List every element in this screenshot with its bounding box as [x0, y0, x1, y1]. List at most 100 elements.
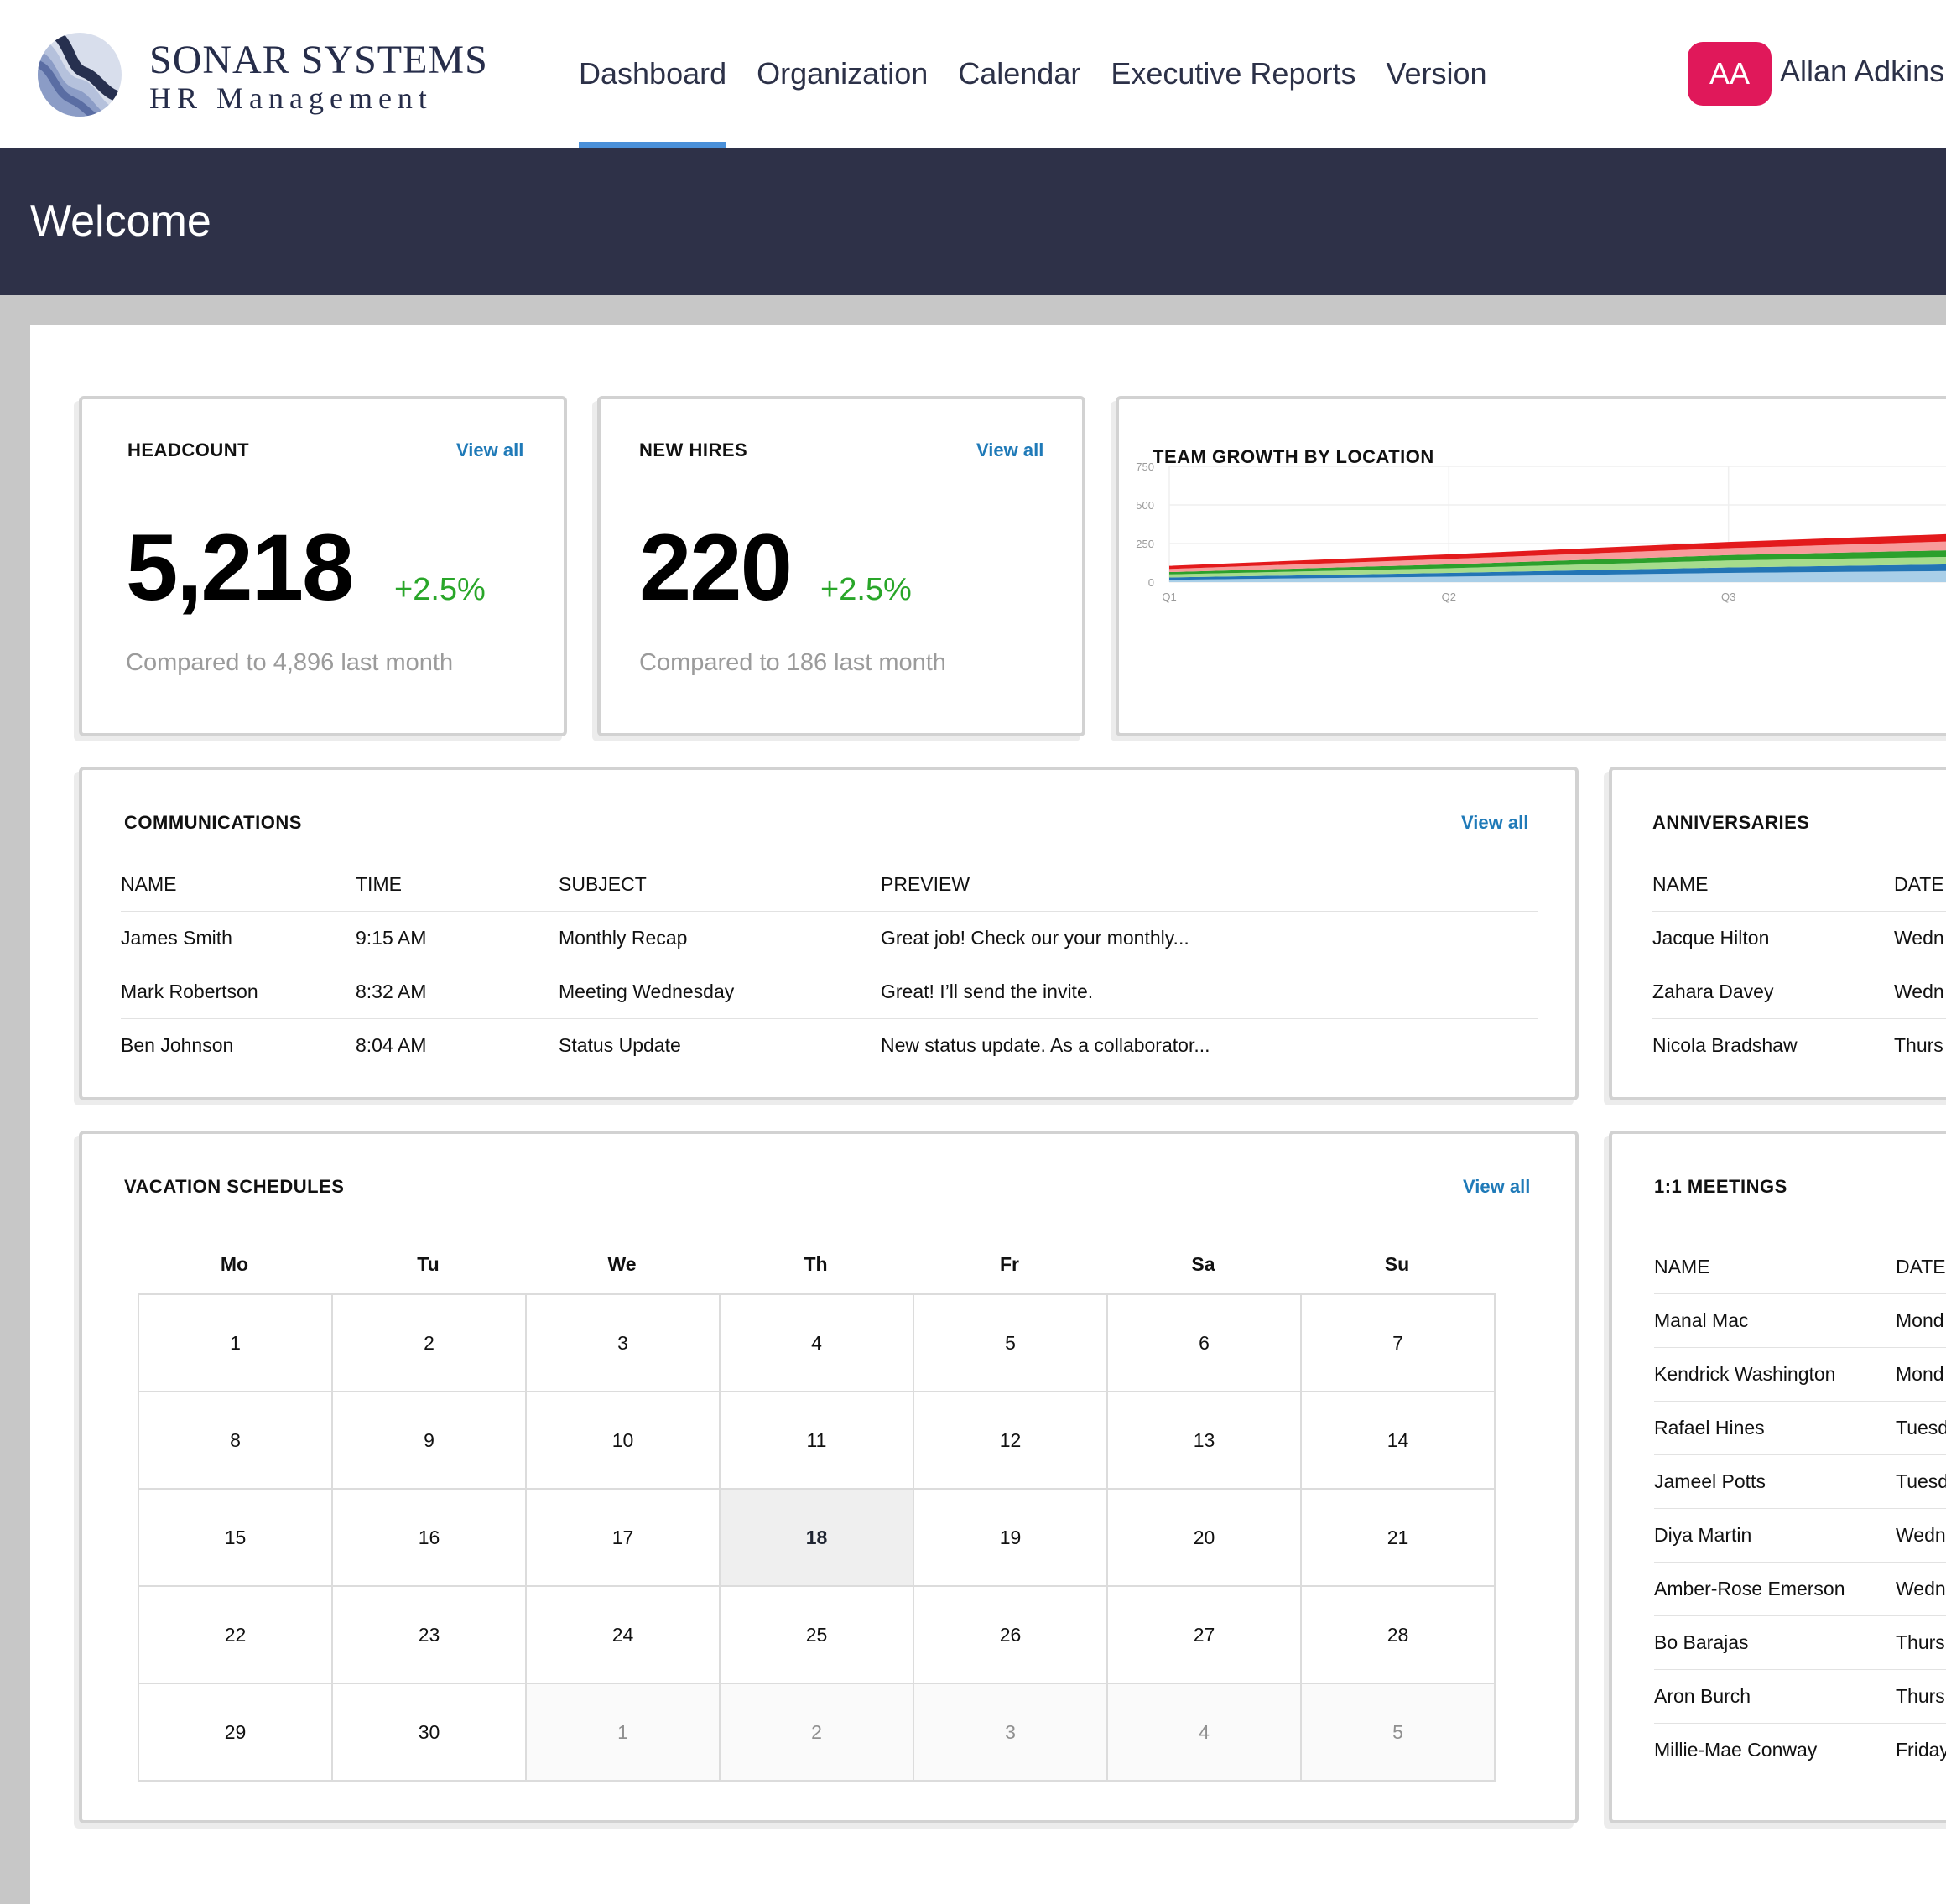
table-row[interactable]: Jacque Hilton Wedn — [1652, 911, 1946, 965]
nav-organization[interactable]: Organization — [757, 0, 928, 148]
calendar-day[interactable]: 9 — [333, 1392, 527, 1490]
weekday-label: Mo — [220, 1253, 249, 1275]
meeting-date: Tuesd — [1896, 1454, 1946, 1509]
calendar-day[interactable]: 3 — [527, 1295, 721, 1392]
sonar-systems-logo-icon[interactable] — [34, 29, 126, 121]
table-row[interactable]: Mark Robertson 8:32 AM Meeting Wednesday… — [121, 965, 1538, 1019]
communication-time: 8:04 AM — [356, 1033, 427, 1056]
calendar-day[interactable]: 4 — [721, 1295, 914, 1392]
nav-calendar[interactable]: Calendar — [958, 0, 1080, 148]
brand-name: SONAR SYSTEMS — [149, 38, 488, 82]
calendar-day[interactable]: 6 — [1108, 1295, 1302, 1392]
nav-version[interactable]: Version — [1386, 0, 1486, 148]
table-row[interactable]: Zahara Davey Wedn — [1652, 965, 1946, 1019]
calendar-day[interactable]: 8 — [139, 1392, 333, 1490]
calendar-day[interactable]: 23 — [333, 1587, 527, 1684]
calendar-day[interactable]: 15 — [139, 1490, 333, 1587]
calendar-day[interactable]: 26 — [914, 1587, 1108, 1684]
calendar-day[interactable]: 12 — [914, 1392, 1108, 1490]
dashboard-panel: HEADCOUNT View all 5,218 +2.5% Compared … — [30, 325, 1946, 1904]
column-header-preview[interactable]: PREVIEW — [881, 859, 1538, 912]
new-hires-view-all-link[interactable]: View all — [976, 440, 1043, 461]
calendar-day-today[interactable]: 18 — [721, 1490, 914, 1587]
table-row[interactable]: Jameel Potts Tuesd — [1654, 1454, 1946, 1509]
y-tick-label: 250 — [1136, 538, 1154, 550]
communication-name: James Smith — [121, 911, 356, 965]
calendar-day[interactable]: 11 — [721, 1392, 914, 1490]
calendar-day[interactable]: 16 — [333, 1490, 527, 1587]
calendar-day[interactable]: 24 — [527, 1587, 721, 1684]
weekday-label: Sa — [1191, 1253, 1215, 1275]
nav-executive-reports[interactable]: Executive Reports — [1111, 0, 1355, 148]
calendar-day[interactable]: 25 — [721, 1587, 914, 1684]
calendar-day[interactable]: 22 — [139, 1587, 333, 1684]
headcount-change: +2.5% — [394, 572, 486, 607]
calendar-day[interactable]: 30 — [333, 1684, 527, 1782]
calendar-day[interactable]: 21 — [1302, 1490, 1496, 1587]
weekday-label: Fr — [1000, 1253, 1019, 1275]
table-row[interactable]: Manal Mac Mond — [1654, 1293, 1946, 1348]
calendar-day[interactable]: 5 — [914, 1295, 1108, 1392]
vacation-view-all-link[interactable]: View all — [1463, 1176, 1530, 1198]
anniversaries-title: ANNIVERSARIES — [1652, 812, 1810, 833]
calendar-day[interactable]: 19 — [914, 1490, 1108, 1587]
nav-dashboard[interactable]: Dashboard — [579, 0, 727, 148]
calendar-day[interactable]: 10 — [527, 1392, 721, 1490]
main-nav: Dashboard Organization Calendar Executiv… — [579, 0, 1517, 148]
table-row[interactable]: Amber-Rose Emerson Wedn — [1654, 1562, 1946, 1616]
calendar-day[interactable]: 28 — [1302, 1587, 1496, 1684]
meeting-name: Manal Mac — [1654, 1293, 1896, 1348]
calendar-day[interactable]: 3 — [914, 1684, 1108, 1782]
table-row[interactable]: Millie-Mae Conway Friday — [1654, 1723, 1946, 1777]
column-header-date[interactable]: DATE — [1896, 1241, 1946, 1294]
column-header-time[interactable]: TIME — [356, 859, 559, 912]
calendar-day[interactable]: 7 — [1302, 1295, 1496, 1392]
table-row[interactable]: Diya Martin Wedn — [1654, 1508, 1946, 1563]
calendar-day[interactable]: 20 — [1108, 1490, 1302, 1587]
column-header-subject[interactable]: SUBJECT — [559, 859, 881, 912]
table-row[interactable]: Kendrick Washington Mond — [1654, 1347, 1946, 1402]
calendar-day[interactable]: 1 — [139, 1295, 333, 1392]
calendar-day[interactable]: 2 — [333, 1295, 527, 1392]
meeting-date: Wedn — [1896, 1508, 1946, 1563]
weekday-label: Tu — [417, 1253, 440, 1275]
meeting-date: Mond — [1896, 1293, 1946, 1348]
new-hires-change: +2.5% — [820, 572, 912, 607]
meeting-name: Bo Barajas — [1654, 1615, 1896, 1670]
meeting-name: Millie-Mae Conway — [1654, 1738, 1818, 1761]
calendar-day[interactable]: 14 — [1302, 1392, 1496, 1490]
vacation-calendar-grid: 1 2 3 4 5 6 7 8 9 10 11 12 13 14 15 16 17 18 19 20 21 22 23 24 2… — [138, 1293, 1496, 1782]
calendar-day[interactable]: 2 — [721, 1684, 914, 1782]
column-header-name[interactable]: NAME — [121, 859, 356, 912]
table-row[interactable]: Ben Johnson 8:04 AM Status Update New st… — [121, 1018, 1538, 1072]
user-name[interactable]: Allan Adkins — [1780, 54, 1944, 89]
table-row[interactable]: Aron Burch Thurs — [1654, 1669, 1946, 1724]
column-header-name[interactable]: NAME — [1652, 859, 1894, 912]
vacation-schedules-card: VACATION SCHEDULES View all Mo Tu We Th … — [79, 1131, 1579, 1823]
weekday-label: Su — [1384, 1253, 1410, 1275]
table-row[interactable]: James Smith 9:15 AM Monthly Recap Great … — [121, 911, 1538, 965]
calendar-day[interactable]: 17 — [527, 1490, 721, 1587]
calendar-day[interactable]: 13 — [1108, 1392, 1302, 1490]
calendar-day[interactable]: 4 — [1108, 1684, 1302, 1782]
user-avatar[interactable]: AA — [1688, 42, 1772, 106]
communications-view-all-link[interactable]: View all — [1461, 812, 1528, 834]
y-tick-label: 500 — [1136, 499, 1154, 512]
column-header-name[interactable]: NAME — [1654, 1241, 1896, 1294]
calendar-day[interactable]: 29 — [139, 1684, 333, 1782]
calendar-weekday-header: Mo Tu We Th Fr Sa Su — [138, 1253, 1494, 1276]
table-row[interactable]: Rafael Hines Tuesd — [1654, 1401, 1946, 1455]
meeting-name: Diya Martin — [1654, 1508, 1896, 1563]
table-row[interactable]: Bo Barajas Thurs — [1654, 1615, 1946, 1670]
column-header-date[interactable]: DATE — [1894, 859, 1946, 912]
table-header-row: NAME DATE — [1652, 859, 1946, 912]
table-row[interactable]: Nicola Bradshaw Thurs — [1652, 1018, 1946, 1072]
weekday-label: We — [607, 1253, 637, 1275]
calendar-day[interactable]: 1 — [527, 1684, 721, 1782]
headcount-view-all-link[interactable]: View all — [456, 440, 523, 461]
calendar-day[interactable]: 5 — [1302, 1684, 1496, 1782]
communications-title: COMMUNICATIONS — [124, 812, 302, 833]
calendar-day[interactable]: 27 — [1108, 1587, 1302, 1684]
communication-subject: Monthly Recap — [559, 911, 881, 965]
communications-card: COMMUNICATIONS View all NAME TIME SUBJEC… — [79, 767, 1579, 1100]
